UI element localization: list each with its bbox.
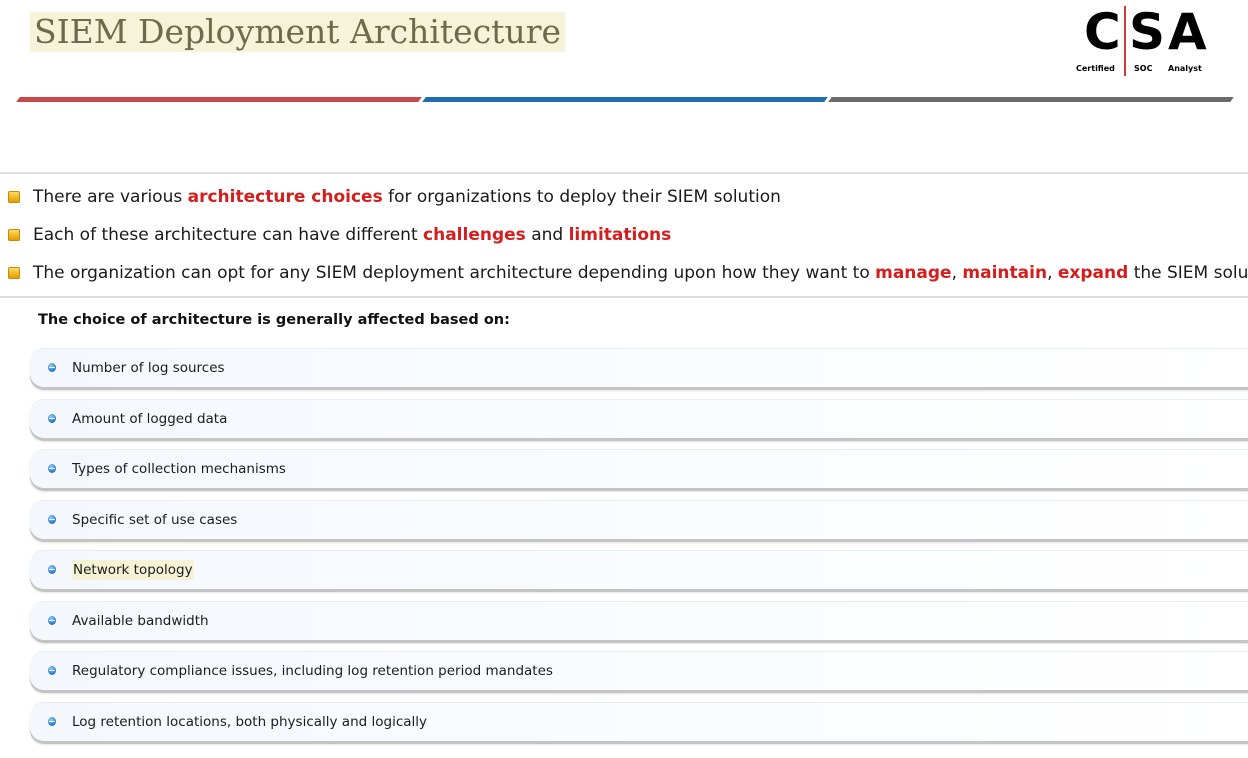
factor-label: Log retention locations, both physically… <box>72 713 428 730</box>
bullet-item: The organization can opt for any SIEM de… <box>8 259 1248 287</box>
divider-top <box>0 172 1248 174</box>
factor-row: Log retention locations, both physically… <box>30 701 1248 741</box>
gold-square-bullet-icon <box>8 229 20 241</box>
factor-label: Regulatory compliance issues, including … <box>72 663 553 679</box>
blue-dot-icon <box>48 514 56 524</box>
highlighted-term: expand <box>1057 263 1129 283</box>
factor-row: Regulatory compliance issues, including … <box>30 651 1248 690</box>
bullet-text: the SIEM solution <box>1133 263 1248 283</box>
factor-label: Types of collection mechanisms <box>72 461 286 477</box>
highlighted-term: manage <box>875 263 952 283</box>
blue-dot-icon <box>48 413 56 423</box>
logo-divider <box>1124 6 1126 76</box>
bullet-text: for organizations to deploy their SIEM s… <box>382 187 781 207</box>
bullet-item: Each of these architecture can have diff… <box>8 221 671 249</box>
factor-row: Types of collection mechanisms <box>30 449 1248 488</box>
csa-logo: C S A Certified SOC Analyst <box>1070 4 1210 80</box>
blue-dot-icon <box>48 615 56 625</box>
gold-square-bullet-icon <box>8 191 20 203</box>
factor-label: Specific set of use cases <box>72 511 238 528</box>
bullet-item: There are various architecture choices f… <box>8 183 781 211</box>
factor-label: Number of log sources <box>72 360 225 376</box>
factors-heading: The choice of architecture is generally … <box>38 312 510 328</box>
bullet-text: Each of these architecture can have diff… <box>33 225 424 245</box>
logo-word-analyst: Analyst <box>1168 64 1202 73</box>
factor-row: Available bandwidth <box>30 600 1248 640</box>
logo-letter-a: A <box>1168 3 1207 61</box>
blue-dot-icon <box>48 666 56 675</box>
factor-label: Amount of logged data <box>72 410 228 427</box>
bullet-text: and <box>525 225 569 245</box>
highlighted-term: limitations <box>568 225 672 245</box>
factor-row: Network topology <box>30 550 1248 589</box>
logo-word-soc: SOC <box>1134 64 1153 73</box>
factor-row: Number of log sources <box>30 348 1248 387</box>
divider-bottom <box>0 296 1248 298</box>
bullet-text: The organization can opt for any SIEM de… <box>33 263 876 283</box>
header-stripe-blue <box>422 97 828 102</box>
factor-row: Amount of logged data <box>30 398 1248 438</box>
slide-title: SIEM Deployment Architecture <box>30 12 566 52</box>
factor-label: Available bandwidth <box>72 612 209 629</box>
factor-row: Specific set of use cases <box>30 499 1248 539</box>
bullet-text: , <box>1047 263 1058 283</box>
blue-dot-icon <box>48 565 56 574</box>
logo-letter-s: S <box>1129 3 1166 61</box>
factor-label: Network topology <box>72 560 194 580</box>
blue-dot-icon <box>48 363 56 372</box>
logo-word-certified: Certified <box>1076 64 1115 73</box>
highlighted-term: challenges <box>423 225 526 245</box>
blue-dot-icon <box>48 716 56 726</box>
bullet-text: , <box>951 263 963 283</box>
header-stripe-red <box>16 97 422 102</box>
header-stripe-gray <box>828 97 1234 102</box>
logo-letter-c: C <box>1084 3 1121 61</box>
highlighted-term: maintain <box>962 263 1048 283</box>
bullet-text: There are various <box>33 187 188 207</box>
gold-square-bullet-icon <box>8 267 20 279</box>
highlighted-term: architecture choices <box>187 187 383 207</box>
blue-dot-icon <box>48 464 56 473</box>
